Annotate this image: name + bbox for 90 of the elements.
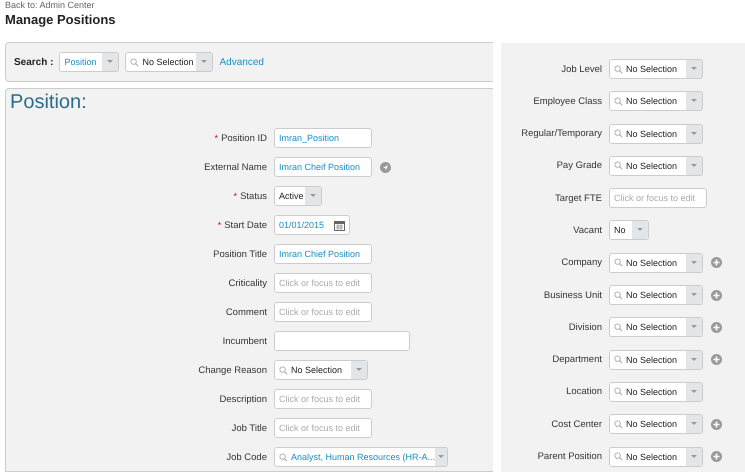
field-label: Incumbent [222, 336, 267, 346]
search-lookup[interactable]: No Selection [125, 52, 214, 72]
search-icon [614, 322, 623, 332]
date-field[interactable]: 01/01/2015 [274, 215, 350, 235]
field-label: Employee Class [533, 96, 602, 107]
field-label: Division [568, 322, 602, 333]
panel-title: Position: [10, 91, 87, 114]
field-label: External Name [204, 162, 267, 172]
lookup-dropdown[interactable]: No Selection [609, 59, 703, 79]
field-label: * Status [234, 190, 267, 202]
field-label: Comment [226, 306, 267, 318]
caret-icon [691, 454, 697, 459]
search-icon [130, 58, 140, 66]
add-icon[interactable] [711, 418, 722, 430]
info-icon[interactable] [380, 162, 391, 172]
search-icon [614, 96, 623, 106]
search-icon [279, 366, 288, 374]
search-icon [614, 258, 623, 268]
calendar-icon[interactable] [334, 220, 345, 230]
field-label: Job Level [561, 64, 602, 74]
add-icon[interactable] [711, 322, 722, 333]
field-label: * Start Date [218, 220, 267, 230]
caret-icon [691, 422, 697, 426]
field-label: Vacant [573, 224, 602, 236]
dropdown[interactable]: No [609, 220, 649, 240]
page-title: Manage Positions [5, 12, 116, 27]
caret-icon [107, 60, 114, 64]
field-label: Pay Grade [556, 160, 602, 172]
caret-icon [691, 358, 697, 362]
caret-icon [691, 390, 697, 394]
lookup-dropdown[interactable]: No Selection [609, 382, 703, 402]
caret-icon [356, 368, 362, 372]
field-label: Parent Position [538, 451, 602, 462]
search-icon [614, 387, 623, 396]
field-label: Change Reason [198, 364, 267, 376]
search-icon [614, 355, 623, 364]
back-link[interactable]: Back to: Admin Center [5, 0, 95, 10]
lookup-dropdown[interactable]: No Selection [609, 446, 703, 467]
caret-icon [691, 67, 697, 71]
search-label: Search : [14, 56, 54, 68]
search-icon [614, 161, 623, 170]
lookup-dropdown[interactable]: No Selection [609, 91, 703, 112]
lookup-dropdown[interactable]: No Selection [609, 350, 703, 370]
field-label: Position Title [213, 248, 267, 260]
caret-icon [637, 228, 643, 232]
caret-icon [691, 260, 697, 265]
field-label: Regular/Temporary [521, 128, 602, 140]
caret-icon [310, 194, 316, 198]
field-label: Department [552, 354, 602, 366]
field-label: Location [566, 386, 602, 398]
field-label: Job Title [232, 422, 267, 434]
text-field[interactable]: Imran Cheif Position [274, 157, 372, 177]
field-label: Company [561, 257, 602, 268]
field-label: Description [219, 394, 267, 404]
type-dropdown[interactable]: Position [59, 52, 120, 72]
search-icon [614, 420, 623, 429]
field-label: Target FTE [555, 192, 602, 204]
field-label: Cost Center [551, 418, 602, 430]
lookup-dropdown[interactable]: No Selection [609, 414, 703, 434]
lookup-dropdown[interactable]: No Selection [609, 317, 703, 338]
add-icon[interactable] [711, 451, 722, 462]
search-icon [279, 452, 288, 462]
caret-icon [201, 60, 208, 64]
caret-icon [691, 164, 697, 168]
search-icon [614, 129, 623, 138]
field-label: * Position ID [214, 132, 267, 144]
caret-icon [691, 293, 697, 298]
caret-icon [691, 325, 697, 330]
text-field[interactable] [274, 331, 410, 351]
lookup-dropdown[interactable]: No Selection [609, 252, 703, 273]
caret-icon [691, 99, 697, 104]
lookup-dropdown[interactable]: Analyst, Human Resources (HR-A... [274, 447, 448, 467]
text-field[interactable]: Imran Chief Position [274, 244, 372, 264]
field-label: Criticality [228, 278, 267, 288]
search-icon [614, 452, 623, 462]
caret-icon [438, 455, 444, 459]
lookup-dropdown[interactable]: No Selection [609, 285, 703, 306]
text-field[interactable]: Imran_Position [274, 128, 372, 148]
search-icon [614, 290, 623, 300]
add-icon[interactable] [711, 257, 722, 268]
dropdown[interactable]: Active [274, 186, 322, 206]
lookup-dropdown[interactable]: No Selection [274, 360, 368, 380]
lookup-dropdown[interactable]: No Selection [609, 156, 703, 176]
add-icon[interactable] [711, 354, 722, 366]
field-label: Business Unit [544, 290, 602, 301]
lookup-dropdown[interactable]: No Selection [609, 124, 703, 144]
search-icon [614, 64, 623, 74]
caret-icon [691, 132, 697, 136]
field-label: Job Code [226, 452, 267, 462]
add-icon[interactable] [711, 290, 722, 301]
